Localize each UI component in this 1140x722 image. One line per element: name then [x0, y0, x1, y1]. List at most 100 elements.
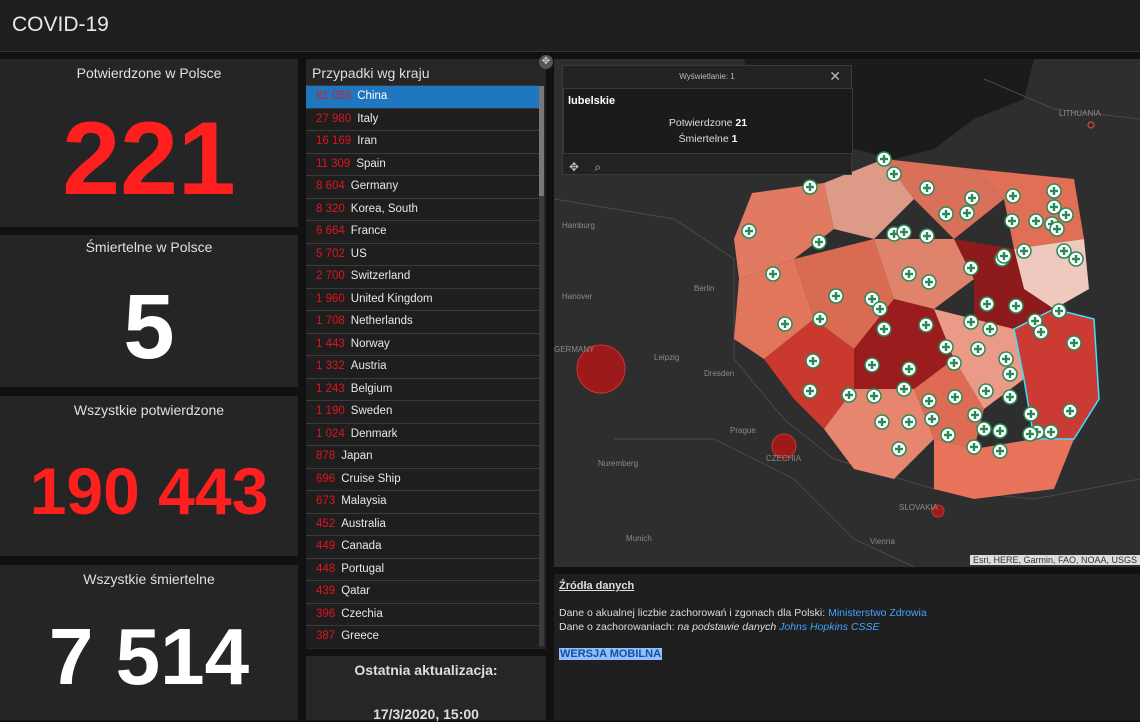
case-marker-icon[interactable]: [876, 321, 892, 337]
case-marker-icon[interactable]: [876, 151, 892, 167]
case-marker-icon[interactable]: [978, 383, 994, 399]
country-list-item[interactable]: 673 Malaysia: [306, 490, 539, 513]
country-list-item[interactable]: 2 700 Switzerland: [306, 265, 539, 288]
case-marker-icon[interactable]: [874, 414, 890, 430]
case-marker-icon[interactable]: [1028, 213, 1044, 229]
case-marker-icon[interactable]: [828, 288, 844, 304]
case-marker-icon[interactable]: [1023, 406, 1039, 422]
case-marker-icon[interactable]: [1033, 324, 1049, 340]
ministerstwo-zdrowia-link[interactable]: Ministerstwo Zdrowia: [828, 607, 927, 619]
country-list-item[interactable]: 8 604 Germany: [306, 175, 539, 198]
pan-icon[interactable]: ✥: [569, 160, 579, 174]
country-list-item[interactable]: 1 708 Netherlands: [306, 310, 539, 333]
case-marker-icon[interactable]: [802, 179, 818, 195]
case-marker-icon[interactable]: [901, 266, 917, 282]
country-list-item[interactable]: 5 702 US: [306, 242, 539, 265]
case-marker-icon[interactable]: [741, 223, 757, 239]
zoom-icon[interactable]: ⌕: [594, 160, 601, 174]
case-marker-icon[interactable]: [886, 166, 902, 182]
case-marker-icon[interactable]: [765, 266, 781, 282]
country-list-scrollbar[interactable]: [539, 86, 544, 646]
case-marker-icon[interactable]: [963, 260, 979, 276]
country-list-item[interactable]: 6 664 France: [306, 220, 539, 243]
case-marker-icon[interactable]: [866, 388, 882, 404]
case-marker-icon[interactable]: [1062, 403, 1078, 419]
case-marker-icon[interactable]: [959, 205, 975, 221]
case-marker-icon[interactable]: [921, 274, 937, 290]
case-marker-icon[interactable]: [896, 381, 912, 397]
country-list-item[interactable]: 1 332 Austria: [306, 355, 539, 378]
case-marker-icon[interactable]: [967, 407, 983, 423]
case-marker-icon[interactable]: [964, 190, 980, 206]
case-marker-icon[interactable]: [938, 339, 954, 355]
country-list-item[interactable]: 448 Portugal: [306, 557, 539, 580]
case-marker-icon[interactable]: [918, 317, 934, 333]
case-marker-icon[interactable]: [992, 423, 1008, 439]
case-marker-icon[interactable]: [919, 228, 935, 244]
case-marker-icon[interactable]: [924, 411, 940, 427]
close-icon[interactable]: ✕: [829, 68, 841, 85]
case-marker-icon[interactable]: [1043, 424, 1059, 440]
case-marker-icon[interactable]: [979, 296, 995, 312]
country-list-item[interactable]: 439 Qatar: [306, 580, 539, 603]
case-marker-icon[interactable]: [1049, 221, 1065, 237]
country-list-item[interactable]: 1 243 Belgium: [306, 377, 539, 400]
case-marker-icon[interactable]: [1008, 298, 1024, 314]
country-list-item[interactable]: 1 960 United Kingdom: [306, 287, 539, 310]
case-marker-icon[interactable]: [1022, 426, 1038, 442]
case-marker-icon[interactable]: [841, 387, 857, 403]
case-marker-icon[interactable]: [1016, 243, 1032, 259]
country-list-item[interactable]: 396 Czechia: [306, 602, 539, 625]
case-marker-icon[interactable]: [805, 353, 821, 369]
country-list-item[interactable]: 1 024 Denmark: [306, 422, 539, 445]
case-marker-icon[interactable]: [970, 341, 986, 357]
case-marker-icon[interactable]: [966, 439, 982, 455]
case-marker-icon[interactable]: [872, 301, 888, 317]
mobile-version-link[interactable]: WERSJA MOBILNA: [559, 648, 663, 660]
country-list-item[interactable]: 1 190 Sweden: [306, 400, 539, 423]
case-marker-icon[interactable]: [946, 355, 962, 371]
country-list-item[interactable]: 27 980 Italy: [306, 107, 539, 130]
case-marker-icon[interactable]: [896, 224, 912, 240]
case-marker-icon[interactable]: [777, 316, 793, 332]
case-marker-icon[interactable]: [976, 421, 992, 437]
country-list-item[interactable]: 696 Cruise Ship: [306, 467, 539, 490]
country-list-item[interactable]: 1 443 Norway: [306, 332, 539, 355]
case-marker-icon[interactable]: [891, 441, 907, 457]
case-marker-icon[interactable]: [811, 234, 827, 250]
case-marker-icon[interactable]: [921, 393, 937, 409]
country-list-item[interactable]: 16 169 Iran: [306, 130, 539, 153]
case-marker-icon[interactable]: [1058, 207, 1074, 223]
case-marker-icon[interactable]: [1066, 335, 1082, 351]
sources-title[interactable]: Źródła danych: [559, 580, 634, 592]
case-marker-icon[interactable]: [982, 321, 998, 337]
country-list-item[interactable]: 81 058 China: [306, 85, 539, 108]
country-list-item[interactable]: 8 320 Korea, South: [306, 197, 539, 220]
country-list-item[interactable]: 449 Canada: [306, 535, 539, 558]
case-marker-icon[interactable]: [998, 351, 1014, 367]
case-marker-icon[interactable]: [1004, 213, 1020, 229]
case-marker-icon[interactable]: [1068, 251, 1084, 267]
country-list-item[interactable]: 387 Greece: [306, 625, 539, 648]
case-marker-icon[interactable]: [947, 389, 963, 405]
country-list-item[interactable]: 11 309 Spain: [306, 152, 539, 175]
case-marker-icon[interactable]: [996, 248, 1012, 264]
case-marker-icon[interactable]: [1005, 188, 1021, 204]
case-marker-icon[interactable]: [938, 206, 954, 222]
map-view[interactable]: LITHUANIA GERMANY CZECHIA SLOVAKIA Hambu…: [554, 59, 1140, 567]
case-marker-icon[interactable]: [992, 443, 1008, 459]
case-marker-icon[interactable]: [864, 357, 880, 373]
expand-icon[interactable]: ✥: [539, 55, 553, 69]
case-marker-icon[interactable]: [919, 180, 935, 196]
country-list-item[interactable]: 878 Japan: [306, 445, 539, 468]
case-marker-icon[interactable]: [1051, 303, 1067, 319]
case-marker-icon[interactable]: [812, 311, 828, 327]
map-attribution[interactable]: Esri, HERE, Garmin, FAO, NOAA, USGS: [969, 555, 1140, 565]
country-list-item[interactable]: 452 Australia: [306, 512, 539, 535]
case-marker-icon[interactable]: [963, 314, 979, 330]
case-marker-icon[interactable]: [1002, 366, 1018, 382]
case-marker-icon[interactable]: [1046, 183, 1062, 199]
johns-hopkins-link[interactable]: Johns Hopkins CSSE: [779, 621, 879, 633]
case-marker-icon[interactable]: [940, 427, 956, 443]
case-marker-icon[interactable]: [901, 361, 917, 377]
